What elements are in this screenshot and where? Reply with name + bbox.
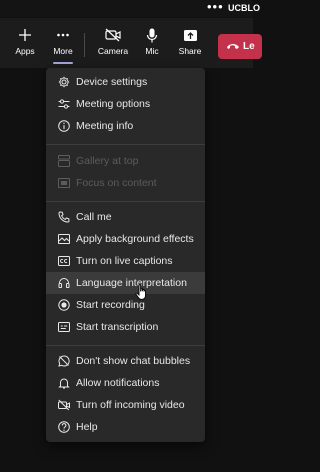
phone-hangup-icon — [227, 44, 239, 50]
menu-item-meeting-info[interactable]: Meeting info — [46, 115, 205, 137]
bell-icon — [58, 377, 70, 389]
menu-item-device-settings[interactable]: Device settings — [46, 71, 205, 93]
title-bar: ••• UCBLO — [0, 0, 260, 17]
menu-item-label: Focus on content — [76, 177, 157, 189]
menu-item-meeting-options[interactable]: Meeting options — [46, 93, 205, 115]
menu-item-label: Call me — [76, 211, 112, 223]
menu-item-label: Don't show chat bubbles — [76, 355, 191, 367]
phone-icon — [58, 211, 70, 223]
toolbar-divider — [84, 33, 85, 57]
menu-item-turn-off-incoming-video[interactable]: Turn off incoming video — [46, 394, 205, 416]
more-actions-menu: Device settings Meeting options Meeting … — [46, 68, 205, 442]
menu-item-label: Allow notifications — [76, 377, 160, 389]
hand-cursor-icon — [135, 284, 149, 306]
more-label: More — [53, 46, 73, 56]
menu-item-focus-on-content: Focus on content — [46, 172, 205, 194]
leave-label: Le — [243, 41, 255, 52]
menu-item-label: Meeting options — [76, 98, 151, 110]
more-dots-icon — [43, 18, 83, 44]
menu-item-allow-notifications[interactable]: Allow notifications — [46, 372, 205, 394]
share-icon — [170, 18, 210, 44]
menu-item-label: Meeting info — [76, 120, 134, 132]
plus-icon — [5, 18, 45, 44]
sliders-icon — [58, 98, 70, 110]
menu-item-gallery-at-top: Gallery at top — [46, 150, 205, 172]
mic-icon — [132, 18, 172, 44]
menu-item-label: Gallery at top — [76, 155, 139, 167]
record-icon — [58, 299, 70, 311]
more-button[interactable]: More — [43, 18, 83, 66]
org-label: UCBLO — [228, 3, 260, 13]
menu-divider — [46, 201, 205, 202]
camera-button[interactable]: Camera — [93, 18, 133, 66]
leave-button[interactable]: Le — [218, 34, 262, 59]
camera-label: Camera — [97, 46, 129, 56]
menu-item-start-recording[interactable]: Start recording — [46, 294, 205, 316]
video-off-icon — [58, 399, 70, 411]
share-label: Share — [178, 46, 202, 56]
menu-item-call-me[interactable]: Call me — [46, 206, 205, 228]
menu-item-label: Start transcription — [76, 321, 159, 333]
apps-button[interactable]: Apps — [5, 18, 45, 66]
focus-icon — [58, 177, 70, 189]
menu-item-label: Device settings — [76, 76, 148, 88]
captions-icon — [58, 255, 70, 267]
transcript-icon — [58, 321, 70, 333]
gear-icon — [58, 76, 70, 88]
chat-bubble-off-icon — [58, 355, 70, 367]
menu-item-apply-background-effects[interactable]: Apply background effects — [46, 228, 205, 250]
menu-item-label: Language interpretation — [76, 277, 187, 289]
mic-button[interactable]: Mic — [132, 18, 172, 66]
menu-item-label: Help — [76, 421, 98, 433]
background-effects-icon — [58, 233, 70, 245]
menu-item-label: Turn on live captions — [76, 255, 173, 267]
info-icon — [58, 120, 70, 132]
mic-label: Mic — [145, 46, 159, 56]
apps-label: Apps — [15, 46, 35, 56]
title-more-button[interactable]: ••• — [207, 0, 224, 13]
menu-item-label: Turn off incoming video — [76, 399, 185, 411]
menu-item-help[interactable]: Help — [46, 416, 205, 438]
more-active-indicator — [53, 62, 73, 64]
share-button[interactable]: Share — [170, 18, 210, 66]
menu-item-label: Apply background effects — [76, 233, 194, 245]
headset-icon — [58, 277, 70, 289]
menu-item-turn-on-live-captions[interactable]: Turn on live captions — [46, 250, 205, 272]
help-icon — [58, 421, 70, 433]
menu-divider — [46, 345, 205, 346]
menu-item-dont-show-chat-bubbles[interactable]: Don't show chat bubbles — [46, 350, 205, 372]
meeting-toolbar: Apps More Camera Mic Share Le — [0, 18, 262, 68]
menu-item-start-transcription[interactable]: Start transcription — [46, 316, 205, 338]
menu-divider — [46, 144, 205, 145]
camera-off-icon — [93, 18, 133, 44]
menu-item-language-interpretation[interactable]: Language interpretation — [46, 272, 205, 294]
gallery-icon — [58, 155, 70, 167]
